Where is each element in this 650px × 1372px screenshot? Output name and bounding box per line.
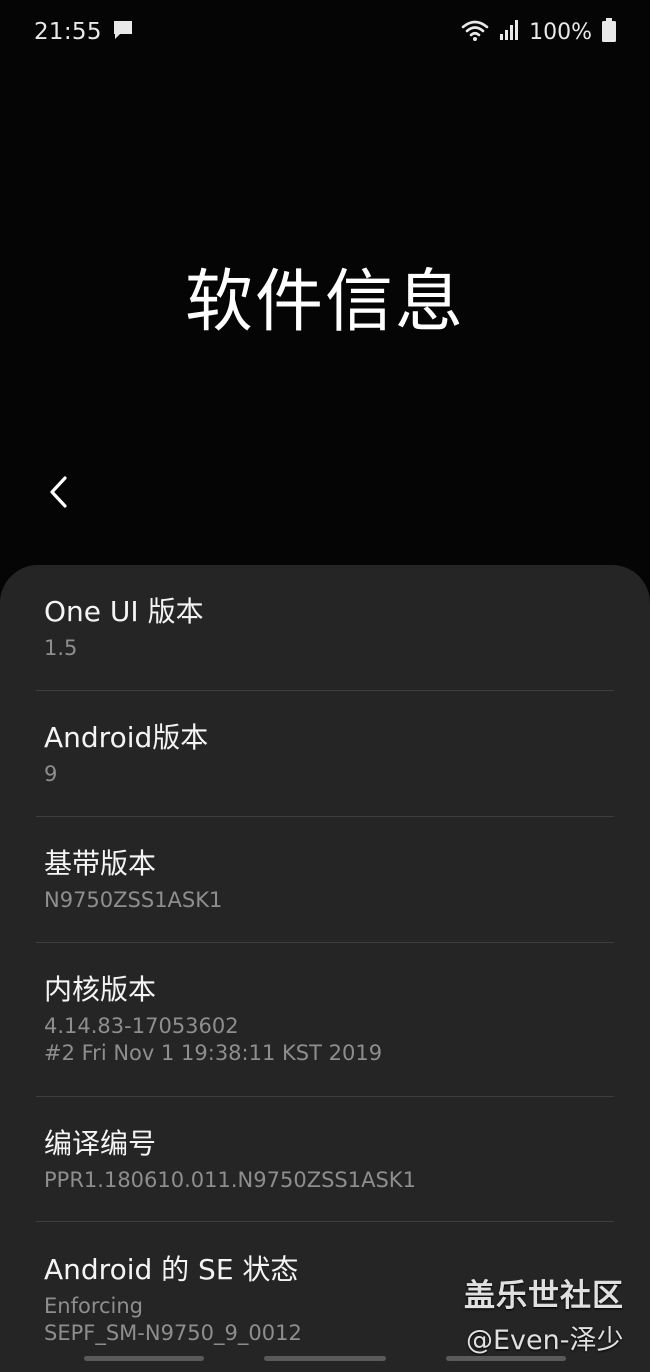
signal-icon — [499, 19, 519, 45]
back-button[interactable] — [38, 470, 78, 514]
list-item-title: Android版本 — [44, 721, 209, 754]
list-item-baseband-version[interactable]: 基带版本 N9750ZSS1ASK1 — [44, 847, 614, 914]
divider — [36, 942, 614, 943]
list-item-value: #2 Fri Nov 1 19:38:11 KST 2019 — [44, 1041, 383, 1065]
divider — [36, 816, 614, 817]
list-item-kernel-version[interactable]: 内核版本 4.14.83-17053602 #2 Fri Nov 1 19:38… — [44, 973, 614, 1067]
nav-back-button[interactable] — [446, 1356, 566, 1361]
list-item-build-number[interactable]: 编译编号 PPR1.180610.011.N9750ZSS1ASK1 — [44, 1127, 614, 1194]
list-item-title: One UI 版本 — [44, 595, 204, 628]
list-item-value: 9 — [44, 762, 58, 786]
list-item-value: PPR1.180610.011.N9750ZSS1ASK1 — [44, 1168, 416, 1192]
status-bar: 21:55 100% — [0, 0, 650, 64]
list-item-title: 编译编号 — [44, 1127, 157, 1160]
page-title: 软件信息 — [184, 263, 465, 342]
software-info-list: One UI 版本 1.5 Android版本 9 基带版本 N9750ZSS1… — [0, 565, 650, 1372]
nav-home-button[interactable] — [264, 1356, 386, 1361]
divider — [36, 690, 614, 691]
list-item-title: 基带版本 — [44, 847, 157, 880]
watermark-community: 盖乐世社区 — [464, 1278, 624, 1314]
nav-recents-button[interactable] — [84, 1356, 204, 1361]
battery-percent: 100% — [529, 19, 592, 45]
wifi-icon — [461, 18, 489, 46]
battery-icon — [602, 18, 616, 46]
list-item-value: 4.14.83-17053602 — [44, 1014, 239, 1038]
status-left: 21:55 — [34, 19, 134, 45]
divider — [36, 1221, 614, 1222]
list-item-one-ui-version[interactable]: One UI 版本 1.5 — [44, 595, 614, 662]
status-right: 100% — [461, 18, 616, 46]
list-item-value: N9750ZSS1ASK1 — [44, 888, 223, 912]
status-time: 21:55 — [34, 19, 102, 45]
screen: 21:55 100% 软件信息 One UI 版本 1.5 Android版本 … — [0, 0, 650, 1372]
message-icon — [112, 19, 134, 45]
list-item-title: 内核版本 — [44, 973, 157, 1006]
list-item-android-version[interactable]: Android版本 9 — [44, 721, 614, 788]
divider — [36, 1096, 614, 1097]
list-item-value: 1.5 — [44, 636, 78, 660]
watermark-author: @Even-泽少 — [466, 1325, 624, 1356]
chevron-left-icon — [50, 476, 67, 508]
